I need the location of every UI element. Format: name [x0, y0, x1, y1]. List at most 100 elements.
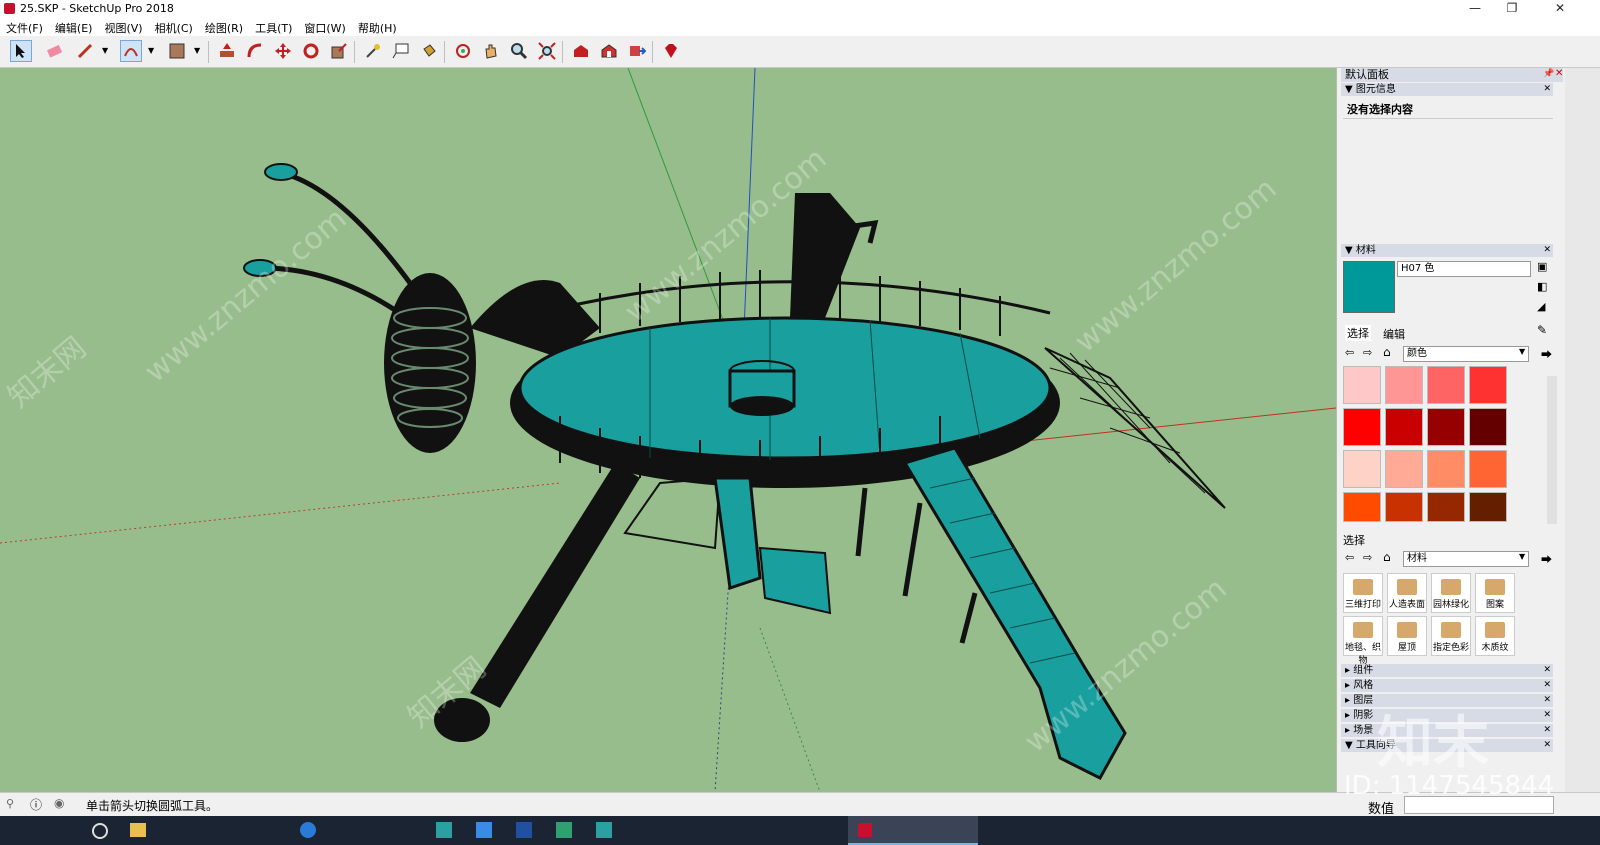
color-swatch[interactable] — [1343, 492, 1381, 522]
app-icon[interactable] — [516, 822, 532, 838]
forward-icon[interactable]: ⇨ — [1363, 346, 1372, 359]
paint-bucket-icon[interactable] — [418, 40, 440, 62]
zoom-extents-icon[interactable] — [536, 40, 558, 62]
color-swatch[interactable] — [1343, 366, 1381, 404]
menu-view[interactable]: 视图(V) — [98, 18, 148, 36]
color-swatch[interactable] — [1343, 408, 1381, 446]
zoom-icon[interactable] — [508, 40, 530, 62]
material-folder[interactable]: 地毯、织物 — [1343, 616, 1383, 666]
second-category-select[interactable]: 材料 — [1403, 551, 1529, 567]
user-icon[interactable]: ◉ — [54, 796, 64, 810]
home-icon[interactable]: ⌂ — [1383, 550, 1391, 564]
material-folder[interactable]: 园林绿化 — [1431, 573, 1471, 613]
details-arrow-icon[interactable]: ⮕ — [1541, 346, 1552, 362]
tray-close-icon[interactable]: ✕ — [1555, 68, 1563, 79]
current-material-swatch[interactable] — [1343, 261, 1395, 313]
back-icon[interactable]: ⇦ — [1345, 346, 1354, 359]
material-folder[interactable]: 图案 — [1475, 573, 1515, 613]
details-arrow-icon[interactable]: ⮕ — [1541, 551, 1552, 567]
styles-header[interactable]: ▸ 风格 ✕ — [1341, 679, 1553, 692]
components-header[interactable]: ▸ 组件 ✕ — [1341, 664, 1553, 677]
file-explorer-icon[interactable] — [130, 823, 146, 837]
close-icon[interactable]: ✕ — [1543, 664, 1551, 677]
entity-info-header[interactable]: ▼ 图元信息 ✕ — [1341, 83, 1553, 96]
menu-window[interactable]: 窗口(W) — [298, 18, 351, 36]
materials-header[interactable]: ▼ 材料 ✕ — [1341, 244, 1553, 257]
rectangle-dropdown-icon[interactable]: ▼ — [194, 46, 200, 55]
close-button[interactable]: ✕ — [1540, 0, 1580, 18]
pan-icon[interactable] — [480, 40, 502, 62]
geo-location-icon[interactable]: ⚲ — [6, 797, 14, 810]
scale-icon[interactable] — [328, 40, 350, 62]
close-icon[interactable]: ✕ — [1543, 709, 1551, 722]
close-icon[interactable]: ✕ — [1543, 694, 1551, 707]
close-icon[interactable]: ✕ — [1543, 244, 1551, 257]
ruby-icon[interactable] — [660, 40, 682, 62]
color-swatch[interactable] — [1427, 450, 1465, 488]
color-swatch[interactable] — [1427, 408, 1465, 446]
minimize-button[interactable]: — — [1455, 0, 1495, 18]
sketchup-taskbar-button[interactable] — [848, 816, 978, 845]
rotate-icon[interactable] — [300, 40, 322, 62]
material-category-select[interactable]: 颜色 — [1403, 346, 1529, 362]
home-icon[interactable]: ⌂ — [1383, 345, 1391, 359]
tape-measure-icon[interactable] — [362, 40, 384, 62]
arc-icon[interactable] — [120, 40, 142, 62]
color-swatch[interactable] — [1385, 408, 1423, 446]
material-folder[interactable]: 屋顶 — [1387, 616, 1427, 656]
pin-icon[interactable]: 📌 — [1543, 69, 1554, 79]
search-icon[interactable] — [92, 823, 108, 839]
color-swatch[interactable] — [1469, 408, 1507, 446]
material-folder[interactable]: 木质纹 — [1475, 616, 1515, 656]
push-pull-icon[interactable] — [216, 40, 238, 62]
material-name-field[interactable]: H07 色 — [1397, 261, 1531, 277]
orbit-icon[interactable] — [452, 40, 474, 62]
material-folder[interactable]: 人造表面 — [1387, 573, 1427, 613]
arc-dropdown-icon[interactable]: ▼ — [148, 46, 154, 55]
browser-icon[interactable] — [300, 822, 316, 838]
eraser-icon[interactable] — [44, 40, 66, 62]
tab-select[interactable]: 选择 — [1345, 325, 1371, 341]
extension-warehouse-icon[interactable] — [598, 40, 620, 62]
follow-me-icon[interactable] — [244, 40, 266, 62]
swatch-scrollbar[interactable] — [1547, 376, 1557, 524]
create-material-icon[interactable]: ▣ — [1537, 260, 1547, 273]
menu-edit[interactable]: 编辑(E) — [49, 18, 99, 36]
color-swatch[interactable] — [1469, 492, 1507, 522]
pencil-dropdown-icon[interactable]: ▼ — [102, 46, 108, 55]
back-icon[interactable]: ⇦ — [1345, 551, 1354, 564]
color-swatch[interactable] — [1343, 450, 1381, 488]
info-icon[interactable]: ⓘ — [30, 796, 42, 813]
eyedropper-icon[interactable]: ✎ — [1537, 323, 1547, 337]
close-icon[interactable]: ✕ — [1543, 83, 1551, 96]
app-icon[interactable] — [596, 822, 612, 838]
menu-help[interactable]: 帮助(H) — [352, 18, 403, 36]
close-icon[interactable]: ✕ — [1543, 724, 1551, 737]
color-swatch[interactable] — [1385, 366, 1423, 404]
tab-edit[interactable]: 编辑 — [1383, 326, 1405, 342]
close-icon[interactable]: ✕ — [1543, 739, 1551, 752]
tray-scrollbar[interactable] — [1565, 68, 1600, 792]
color-swatch[interactable] — [1469, 366, 1507, 404]
model-viewport[interactable]: www.znzmo.com 知末网 www.znzmo.com www.znzm… — [0, 68, 1336, 792]
color-swatch[interactable] — [1385, 492, 1423, 522]
sample-paint-icon[interactable]: ◢ — [1537, 300, 1545, 313]
close-icon[interactable]: ✕ — [1543, 679, 1551, 692]
warehouse-icon[interactable] — [570, 40, 592, 62]
menu-draw[interactable]: 绘图(R) — [199, 18, 249, 36]
app-icon[interactable] — [436, 822, 452, 838]
material-folder[interactable]: 三维打印 — [1343, 573, 1383, 613]
select-icon[interactable] — [10, 40, 32, 62]
material-folder[interactable]: 指定色彩 — [1431, 616, 1471, 656]
color-swatch[interactable] — [1427, 492, 1465, 522]
menu-file[interactable]: 文件(F) — [0, 18, 49, 36]
color-swatch[interactable] — [1469, 450, 1507, 488]
app-icon[interactable] — [556, 822, 572, 838]
send-to-layout-icon[interactable] — [626, 40, 648, 62]
rectangle-icon[interactable] — [166, 40, 188, 62]
move-icon[interactable] — [272, 40, 294, 62]
menu-tools[interactable]: 工具(T) — [249, 18, 298, 36]
text-icon[interactable] — [390, 40, 412, 62]
forward-icon[interactable]: ⇨ — [1363, 551, 1372, 564]
pencil-icon[interactable] — [74, 40, 96, 62]
